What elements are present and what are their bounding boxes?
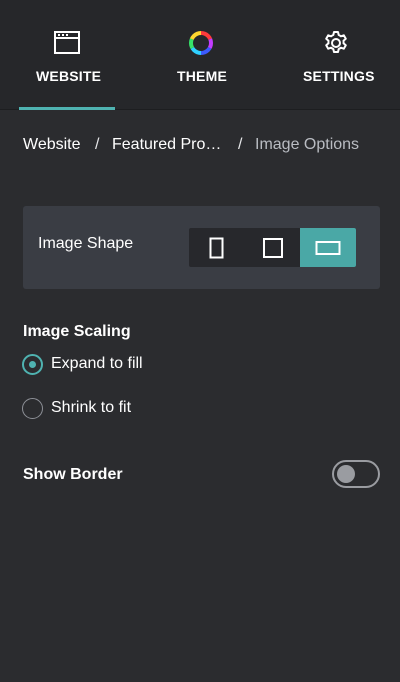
show-border-label: Show Border — [23, 466, 123, 483]
tab-settings-label: SETTINGS — [303, 68, 375, 84]
color-wheel-icon — [189, 31, 213, 55]
image-shape-card: Image Shape — [23, 206, 380, 289]
image-shape-label: Image Shape — [38, 235, 134, 252]
breadcrumb-website[interactable]: Website — [23, 136, 81, 154]
tab-settings[interactable]: SETTINGS — [290, 0, 382, 110]
shape-option-square[interactable] — [245, 228, 300, 267]
image-scaling-title: Image Scaling — [23, 323, 131, 340]
breadcrumb-image-options: Image Options — [255, 136, 360, 153]
browser-window-icon — [54, 31, 80, 54]
radio-dot — [29, 361, 36, 368]
radio-shrink-label: Shrink to fit — [51, 399, 132, 416]
tab-theme-label: THEME — [177, 68, 227, 84]
landscape-rect-icon — [315, 240, 341, 255]
radio-expand-label: Expand to fill — [51, 355, 143, 372]
radio-circle-checked[interactable] — [22, 354, 43, 375]
radio-circle-unchecked[interactable] — [22, 398, 43, 419]
toggle-knob — [337, 465, 355, 483]
shape-option-portrait[interactable] — [189, 228, 244, 267]
portrait-rect-icon — [209, 237, 223, 258]
active-tab-indicator — [19, 107, 115, 110]
breadcrumb-featured-products[interactable]: Featured Pro… — [112, 136, 221, 154]
tab-theme[interactable]: THEME — [160, 0, 242, 110]
tab-website[interactable]: WEBSITE — [19, 0, 115, 110]
breadcrumb-separator: / — [238, 136, 243, 153]
square-icon — [262, 237, 283, 258]
top-nav: WEBSITE THEME SETTINGS — [0, 0, 400, 110]
gear-icon — [325, 31, 347, 53]
show-border-toggle[interactable] — [332, 460, 380, 488]
shape-option-landscape[interactable] — [300, 228, 356, 267]
tab-website-label: WEBSITE — [36, 68, 102, 84]
image-shape-selector — [189, 228, 356, 267]
breadcrumb-separator: / — [95, 136, 100, 153]
